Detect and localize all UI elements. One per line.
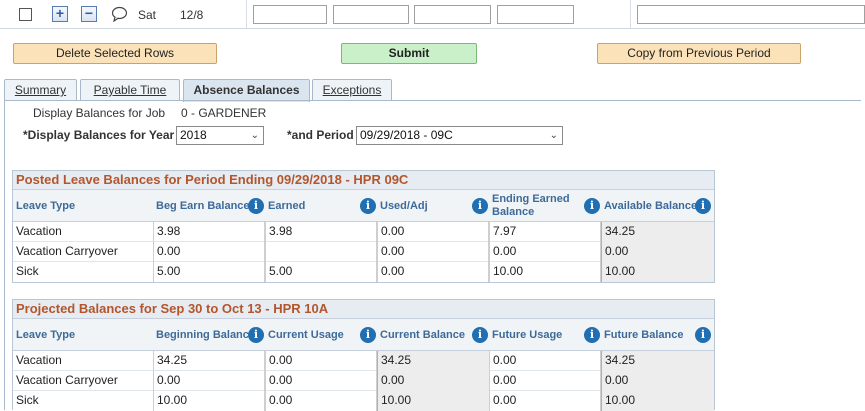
job-value: 0 - GARDENER <box>181 106 267 120</box>
grid-header: Leave Type Beg Earn Balance i Earned i U… <box>13 190 714 222</box>
table-row: Vacation 34.25 0.00 34.25 0.00 34.25 <box>13 351 714 371</box>
row-select-checkbox[interactable] <box>19 8 32 21</box>
info-icon[interactable]: i <box>360 198 376 214</box>
hours-input-1[interactable] <box>253 5 327 24</box>
grid-header: Leave Type Beginning Balance i Current U… <box>13 319 714 351</box>
table-row: Vacation Carryover 0.00 0.00 0.00 0.00 0… <box>13 371 714 391</box>
grid-title: Projected Balances for Sep 30 to Oct 13 … <box>13 300 714 319</box>
info-icon[interactable]: i <box>248 198 264 214</box>
table-row: Vacation Carryover 0.00 0.00 0.00 0.00 <box>13 242 714 262</box>
plus-icon: + <box>55 5 65 21</box>
info-icon[interactable]: i <box>695 327 711 343</box>
table-row: Sick 5.00 5.00 0.00 10.00 10.00 <box>13 262 714 282</box>
job-label: Display Balances for Job <box>33 106 166 120</box>
delete-selected-rows-button[interactable]: Delete Selected Rows <box>13 43 217 64</box>
col-leave-type: Leave Type <box>16 328 76 341</box>
tab-payable-time[interactable]: Payable Time <box>80 79 180 101</box>
info-icon[interactable]: i <box>472 327 488 343</box>
tab-absence-balances[interactable]: Absence Balances <box>183 79 310 102</box>
info-icon[interactable]: i <box>360 327 376 343</box>
info-icon[interactable]: i <box>584 198 600 214</box>
tab-exceptions[interactable]: Exceptions <box>312 79 392 101</box>
projected-balances-grid: Projected Balances for Sep 30 to Oct 13 … <box>12 299 715 411</box>
grid-title: Posted Leave Balances for Period Ending … <box>13 171 714 190</box>
hours-input-2[interactable] <box>333 5 409 24</box>
table-row: Vacation 3.98 3.98 0.00 7.97 34.25 <box>13 222 714 242</box>
chevron-down-icon: ⌄ <box>250 130 259 141</box>
year-label: *Display Balances for Year <box>23 128 175 142</box>
period-label: *and Period <box>287 128 354 142</box>
period-select[interactable]: 09/29/2018 - 09C ⌄ <box>356 126 563 145</box>
info-icon[interactable]: i <box>584 327 600 343</box>
hours-input-3[interactable] <box>414 5 491 24</box>
info-icon[interactable]: i <box>695 198 711 214</box>
add-row-button[interactable]: + <box>52 6 68 22</box>
info-icon[interactable]: i <box>472 198 488 214</box>
minus-icon: − <box>84 5 94 21</box>
info-icon[interactable]: i <box>248 327 264 343</box>
col-leave-type: Leave Type <box>16 199 76 212</box>
copy-from-previous-period-button[interactable]: Copy from Previous Period <box>597 43 801 64</box>
row-date: 12/8 <box>180 8 204 22</box>
posted-leave-balances-grid: Posted Leave Balances for Period Ending … <box>12 170 715 283</box>
timesheet-row: + − Sat 12/8 <box>0 0 865 29</box>
chevron-down-icon: ⌄ <box>549 130 558 141</box>
tab-summary[interactable]: Summary <box>4 79 77 101</box>
year-select[interactable]: 2018 ⌄ <box>176 126 264 145</box>
hours-input-4[interactable] <box>497 5 574 24</box>
table-row: Sick 10.00 0.00 10.00 0.00 10.00 <box>13 391 714 411</box>
submit-button[interactable]: Submit <box>341 43 477 64</box>
comment-input[interactable] <box>637 5 865 24</box>
row-day: Sat <box>138 8 157 22</box>
delete-row-button[interactable]: − <box>81 6 97 22</box>
comment-bubble-icon[interactable] <box>111 6 128 22</box>
